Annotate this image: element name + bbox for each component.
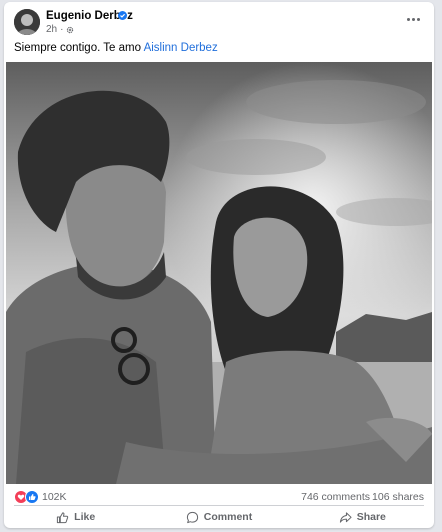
shares-count[interactable]: 106 shares [372, 491, 424, 503]
mention-link[interactable]: Aislinn Derbez [144, 42, 218, 54]
caption-text: Siempre contigo. Te amo [14, 42, 144, 54]
post-meta: 2h · [46, 24, 74, 35]
settings-gear-icon[interactable] [66, 26, 74, 34]
more-dot [411, 17, 415, 21]
like-button[interactable]: Like [4, 506, 147, 528]
post-actions: Like Comment Share [4, 506, 434, 528]
more-dot [416, 17, 420, 21]
share-label: Share [356, 511, 386, 523]
comment-label: Comment [203, 511, 253, 523]
more-options-icon [406, 17, 410, 21]
post-header: Eugenio Derbez 2h · [4, 2, 434, 38]
facebook-post-card: Eugenio Derbez 2h · Siempre contigo. Te … [4, 2, 434, 528]
share-arrow-icon [339, 511, 352, 523]
meta-separator: · [60, 24, 64, 35]
verified-badge-icon [118, 11, 127, 20]
reaction-count[interactable]: 102K [42, 491, 67, 503]
post-photo[interactable] [6, 62, 432, 484]
share-button[interactable]: Share [291, 506, 434, 528]
more-options-button[interactable] [404, 13, 422, 25]
thumbs-up-icon [57, 511, 69, 523]
comment-bubble-icon [186, 511, 198, 523]
reaction-icons[interactable] [14, 490, 40, 504]
post-time[interactable]: 2h [46, 24, 57, 35]
post-caption: Siempre contigo. Te amo Aislinn Derbez [14, 42, 218, 54]
comments-count[interactable]: 746 comments [301, 491, 370, 503]
like-label: Like [74, 511, 96, 523]
like-reaction-icon [25, 490, 39, 504]
comment-button[interactable]: Comment [147, 506, 290, 528]
author-avatar[interactable] [14, 9, 40, 35]
post-stats: 102K 746 comments 106 shares [4, 488, 434, 506]
